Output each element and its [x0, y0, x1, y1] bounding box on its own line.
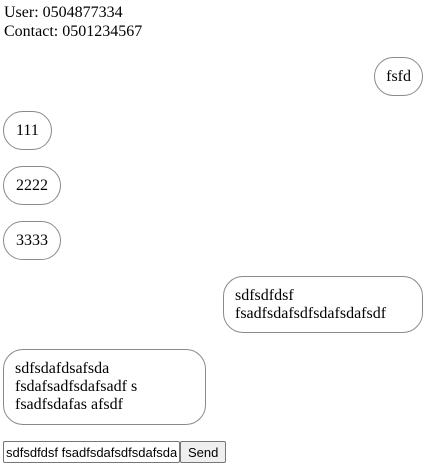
message-input[interactable] — [3, 441, 180, 463]
message-text: 3333 — [16, 232, 48, 249]
message-bubble-incoming: 111 — [3, 111, 52, 150]
send-button[interactable]: Send — [180, 441, 227, 463]
message-bubble-incoming: 2222 — [3, 166, 61, 205]
chat-header: User: 0504877334 Contact: 0501234567 — [4, 3, 142, 41]
message-bubble-incoming: sdfsdafdsafsda fsdafsadfsdafsadf s fsadf… — [3, 349, 206, 425]
message-text-line: fsdafsadfsdafsadf s — [15, 378, 138, 395]
contact-label: Contact: 0501234567 — [4, 23, 143, 40]
message-bubble-outgoing: sdfsdfdsf fsadfsdafsdfsdafsdafsdf — [223, 276, 423, 333]
message-text: 111 — [16, 122, 39, 139]
message-composer: Send — [3, 441, 227, 463]
message-text-line: sdfsdafdsafsda — [15, 360, 110, 377]
message-text: fsfd — [386, 68, 411, 85]
message-bubble-outgoing: fsfd — [374, 57, 423, 96]
message-text: 2222 — [16, 177, 48, 194]
user-label: User: 0504877334 — [4, 4, 123, 21]
message-text-line: fsadfsdafsdfsdafsdafsdf — [235, 305, 387, 322]
message-bubble-incoming: 3333 — [3, 221, 61, 260]
message-text-line: fsadfsdafas afsdf — [15, 396, 123, 413]
message-text-line: sdfsdfdsf — [235, 287, 294, 304]
